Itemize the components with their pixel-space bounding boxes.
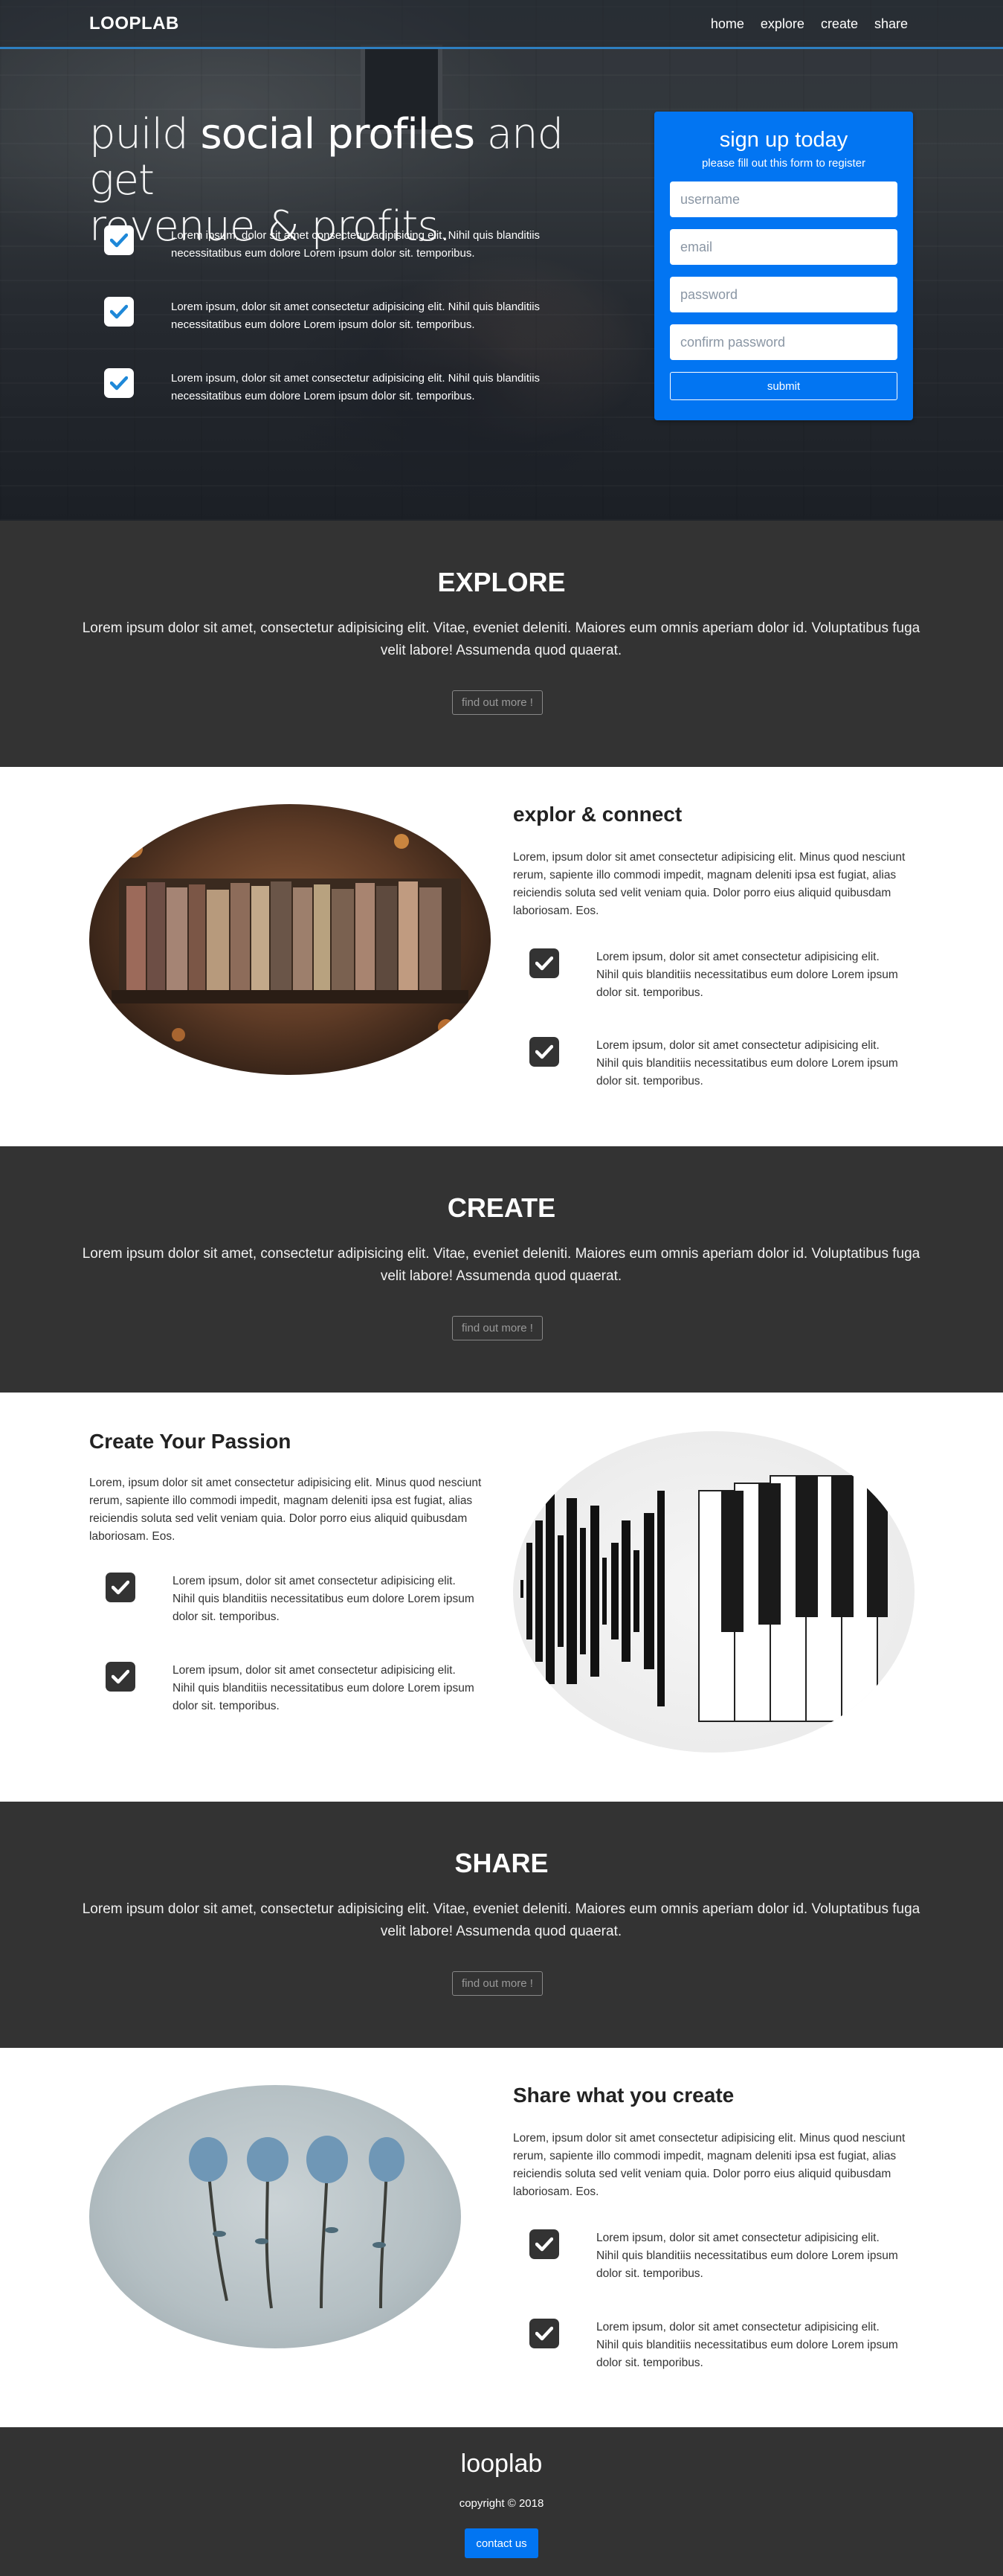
share-band-title: SHARE (454, 1848, 549, 1878)
share-feature-text: Lorem ipsum, dolor sit amet consectetur … (596, 2321, 898, 2369)
checkbox-checked-icon (104, 225, 134, 255)
signup-subtitle: please fill out this form to register (701, 157, 866, 170)
share-feature-item: Lorem ipsum, dolor sit amet consectetur … (529, 2319, 901, 2372)
nav-link-create[interactable]: create (821, 16, 858, 32)
signup-title: sign up today (719, 128, 848, 152)
explore-feature-item: Lorem ipsum, dolor sit amet consectetur … (529, 948, 901, 1002)
create-section-title: Create Your Passion (89, 1430, 291, 1453)
share-feature-item: Lorem ipsum, dolor sit amet consectetur … (529, 2229, 901, 2283)
create-feature-item: Lorem ipsum, dolor sit amet consectetur … (106, 1662, 477, 1715)
nav-link-share[interactable]: share (874, 16, 908, 32)
checkbox-checked-icon (529, 1037, 559, 1067)
explore-feature-text: Lorem ipsum, dolor sit amet consectetur … (596, 951, 898, 999)
create-band-title: CREATE (447, 1192, 556, 1223)
footer-logo: looplab (460, 2450, 543, 2478)
explore-image-books (89, 804, 491, 1075)
explore-feature-text: Lorem ipsum, dolor sit amet consectetur … (596, 1039, 898, 1088)
create-feature-text: Lorem ipsum, dolor sit amet consectetur … (172, 1575, 474, 1623)
share-section-lead: Lorem, ipsum dolor sit amet consectetur … (513, 2132, 906, 2198)
hero-feature-text: Lorem ipsum, dolor sit amet consectetur … (171, 372, 541, 402)
explore-section: explor & connect Lorem, ipsum dolor sit … (0, 767, 1003, 1146)
checkbox-checked-icon (106, 1662, 135, 1692)
username-input[interactable] (670, 182, 897, 217)
checkbox-checked-icon (529, 948, 559, 978)
share-image-roses (89, 2085, 461, 2348)
nav-link-home[interactable]: home (711, 16, 744, 32)
navbar: LOOPLAB home explore create share (0, 0, 1003, 49)
checkbox-checked-icon (529, 2229, 559, 2259)
explore-feature-item: Lorem ipsum, dolor sit amet consectetur … (529, 1037, 901, 1091)
explore-section-title: explor & connect (513, 803, 683, 826)
nav-link-explore[interactable]: explore (761, 16, 804, 32)
checkbox-checked-icon (104, 368, 134, 398)
explore-band-text: Lorem ipsum dolor sit amet, consectetur … (82, 620, 920, 658)
create-section-lead: Lorem, ipsum dolor sit amet consectetur … (89, 1477, 482, 1543)
checkbox-checked-icon (106, 1573, 135, 1602)
confirm-password-input[interactable] (670, 324, 897, 360)
checkbox-checked-icon (104, 297, 134, 327)
hero-feature-text: Lorem ipsum, dolor sit amet consectetur … (171, 301, 541, 331)
share-feature-text: Lorem ipsum, dolor sit amet consectetur … (596, 2232, 898, 2280)
explore-section-lead: Lorem, ipsum dolor sit amet consectetur … (513, 851, 906, 917)
signup-form: sign up today please fill out this form … (654, 112, 913, 420)
brand-logo[interactable]: LOOPLAB (89, 13, 179, 34)
contact-us-button[interactable]: contact us (465, 2528, 538, 2558)
explore-find-out-more-button[interactable]: find out more ! (452, 690, 543, 715)
create-image-piano-waveform (513, 1431, 915, 1753)
share-section-title: Share what you create (513, 2084, 735, 2107)
footer-copyright: copyright © 2018 (459, 2497, 544, 2510)
create-band-text: Lorem ipsum dolor sit amet, consectetur … (82, 1246, 920, 1284)
hero-section: puild social profiles and get revenue & … (0, 0, 1003, 521)
checkbox-checked-icon (529, 2319, 559, 2348)
create-find-out-more-button[interactable]: find out more ! (452, 1316, 543, 1340)
share-find-out-more-button[interactable]: find out more ! (452, 1971, 543, 1996)
hero-feature-item: Lorem ipsum, dolor sit amet consectetur … (104, 297, 587, 334)
create-feature-item: Lorem ipsum, dolor sit amet consectetur … (106, 1573, 477, 1626)
footer: looplab copyright © 2018 contact us (0, 2427, 1003, 2576)
share-band: SHARE Lorem ipsum dolor sit amet, consec… (0, 1802, 1003, 2048)
password-input[interactable] (670, 277, 897, 312)
explore-band-title: EXPLORE (437, 567, 566, 597)
create-feature-text: Lorem ipsum, dolor sit amet consectetur … (172, 1664, 474, 1712)
nav-links: home explore create share (711, 16, 908, 32)
hero-title-bold: social profiles (200, 110, 476, 158)
email-input[interactable] (670, 229, 897, 265)
hero-title-part1: puild (89, 110, 201, 158)
hero-feature-item: Lorem ipsum, dolor sit amet consectetur … (104, 368, 587, 405)
share-band-text: Lorem ipsum dolor sit amet, consectetur … (82, 1901, 920, 1939)
explore-band: EXPLORE Lorem ipsum dolor sit amet, cons… (0, 521, 1003, 767)
create-band: CREATE Lorem ipsum dolor sit amet, conse… (0, 1146, 1003, 1393)
create-section: Create Your Passion Lorem, ipsum dolor s… (0, 1393, 1003, 1802)
hero-feature-text: Lorem ipsum, dolor sit amet consectetur … (171, 229, 541, 260)
submit-button[interactable]: submit (670, 372, 897, 400)
hero-feature-item: Lorem ipsum, dolor sit amet consectetur … (104, 225, 587, 263)
share-section: Share what you create Lorem, ipsum dolor… (0, 2048, 1003, 2427)
